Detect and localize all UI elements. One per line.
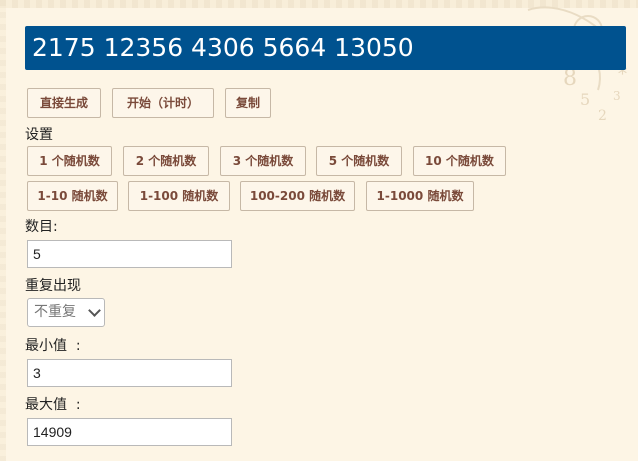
preset-range-1-10-button[interactable]: 1-10 随机数	[27, 181, 118, 211]
preset-range-1-100-button[interactable]: 1-100 随机数	[128, 181, 230, 211]
settings-heading: 设置	[25, 127, 53, 143]
preset-1-button[interactable]: 1 个随机数	[27, 146, 112, 176]
repeat-label: 重复出现	[25, 278, 81, 294]
generate-button[interactable]: 直接生成	[27, 88, 101, 118]
count-label: 数目:	[25, 219, 58, 235]
result-display: 2175 12356 4306 5664 13050	[25, 26, 626, 70]
svg-text:3: 3	[613, 89, 621, 103]
repeat-select-value: 不重复	[34, 304, 76, 320]
preset-range-100-200-button[interactable]: 100-200 随机数	[240, 181, 355, 211]
start-timer-button[interactable]: 开始（计时）	[112, 88, 214, 118]
decorative-top-border	[0, 0, 638, 8]
max-input[interactable]	[27, 418, 232, 446]
preset-5-button[interactable]: 5 个随机数	[316, 146, 402, 176]
svg-text:5: 5	[580, 90, 590, 109]
preset-10-button[interactable]: 10 个随机数	[413, 146, 506, 176]
count-input[interactable]	[27, 240, 232, 268]
repeat-select[interactable]: 不重复	[27, 298, 105, 327]
max-label: 最大值 :	[25, 397, 81, 413]
preset-range-1-1000-button[interactable]: 1-1000 随机数	[366, 181, 474, 211]
decorative-left-border	[0, 0, 6, 461]
preset-2-button[interactable]: 2 个随机数	[123, 146, 209, 176]
min-label: 最小值 :	[25, 338, 81, 354]
chevron-down-icon	[88, 304, 101, 317]
svg-text:2: 2	[598, 108, 607, 124]
copy-button[interactable]: 复制	[225, 88, 271, 118]
min-input[interactable]	[27, 359, 232, 387]
random-number-page: 8 5 2 3 * 2175 12356 4306 5664 13050 直接生…	[0, 0, 638, 461]
preset-3-button[interactable]: 3 个随机数	[220, 146, 306, 176]
